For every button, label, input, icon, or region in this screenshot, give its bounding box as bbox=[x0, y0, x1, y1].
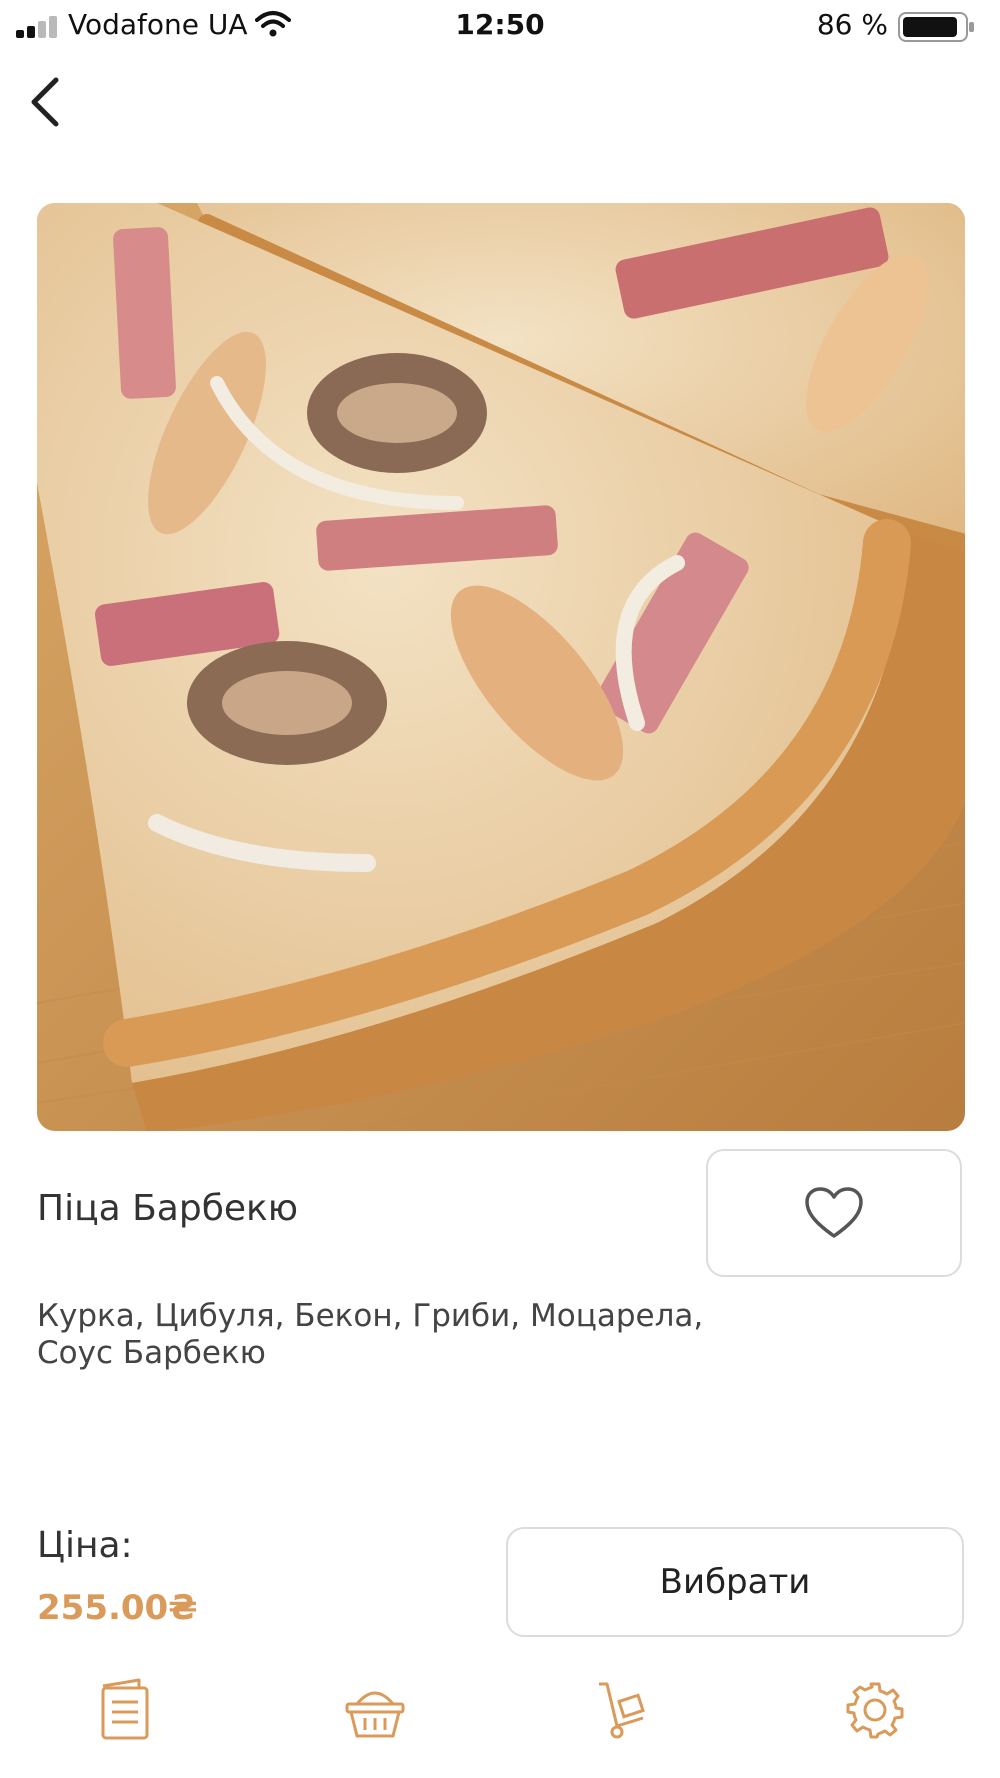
back-button[interactable] bbox=[20, 70, 76, 134]
tab-menu[interactable] bbox=[85, 1670, 165, 1750]
status-bar: Vodafone UA 12:50 86 % bbox=[0, 0, 1000, 56]
favorite-button[interactable] bbox=[706, 1149, 962, 1277]
battery-icon bbox=[898, 12, 974, 42]
product-title: Піца Барбекю bbox=[37, 1188, 299, 1229]
basket-icon bbox=[345, 1691, 405, 1738]
product-image bbox=[37, 203, 965, 1131]
price-label: Ціна: bbox=[37, 1525, 133, 1566]
settings-gear-icon bbox=[846, 1682, 904, 1739]
heart-icon bbox=[805, 1187, 863, 1238]
delivery-cart-icon bbox=[599, 1682, 645, 1739]
menu-list-icon bbox=[101, 1678, 149, 1740]
tab-settings[interactable] bbox=[835, 1670, 915, 1750]
battery-percentage: 86 % bbox=[816, 8, 888, 41]
chevron-left-icon bbox=[31, 77, 59, 127]
price-value: 255.00₴ bbox=[37, 1588, 198, 1628]
select-button[interactable]: Вибрати bbox=[506, 1527, 964, 1637]
tab-delivery[interactable] bbox=[585, 1670, 665, 1750]
bottom-tab-bar bbox=[0, 1670, 1000, 1750]
tab-basket[interactable] bbox=[335, 1670, 415, 1750]
product-ingredients: Курка, Цибуля, Бекон, Гриби, Моцарела, С… bbox=[37, 1298, 704, 1371]
